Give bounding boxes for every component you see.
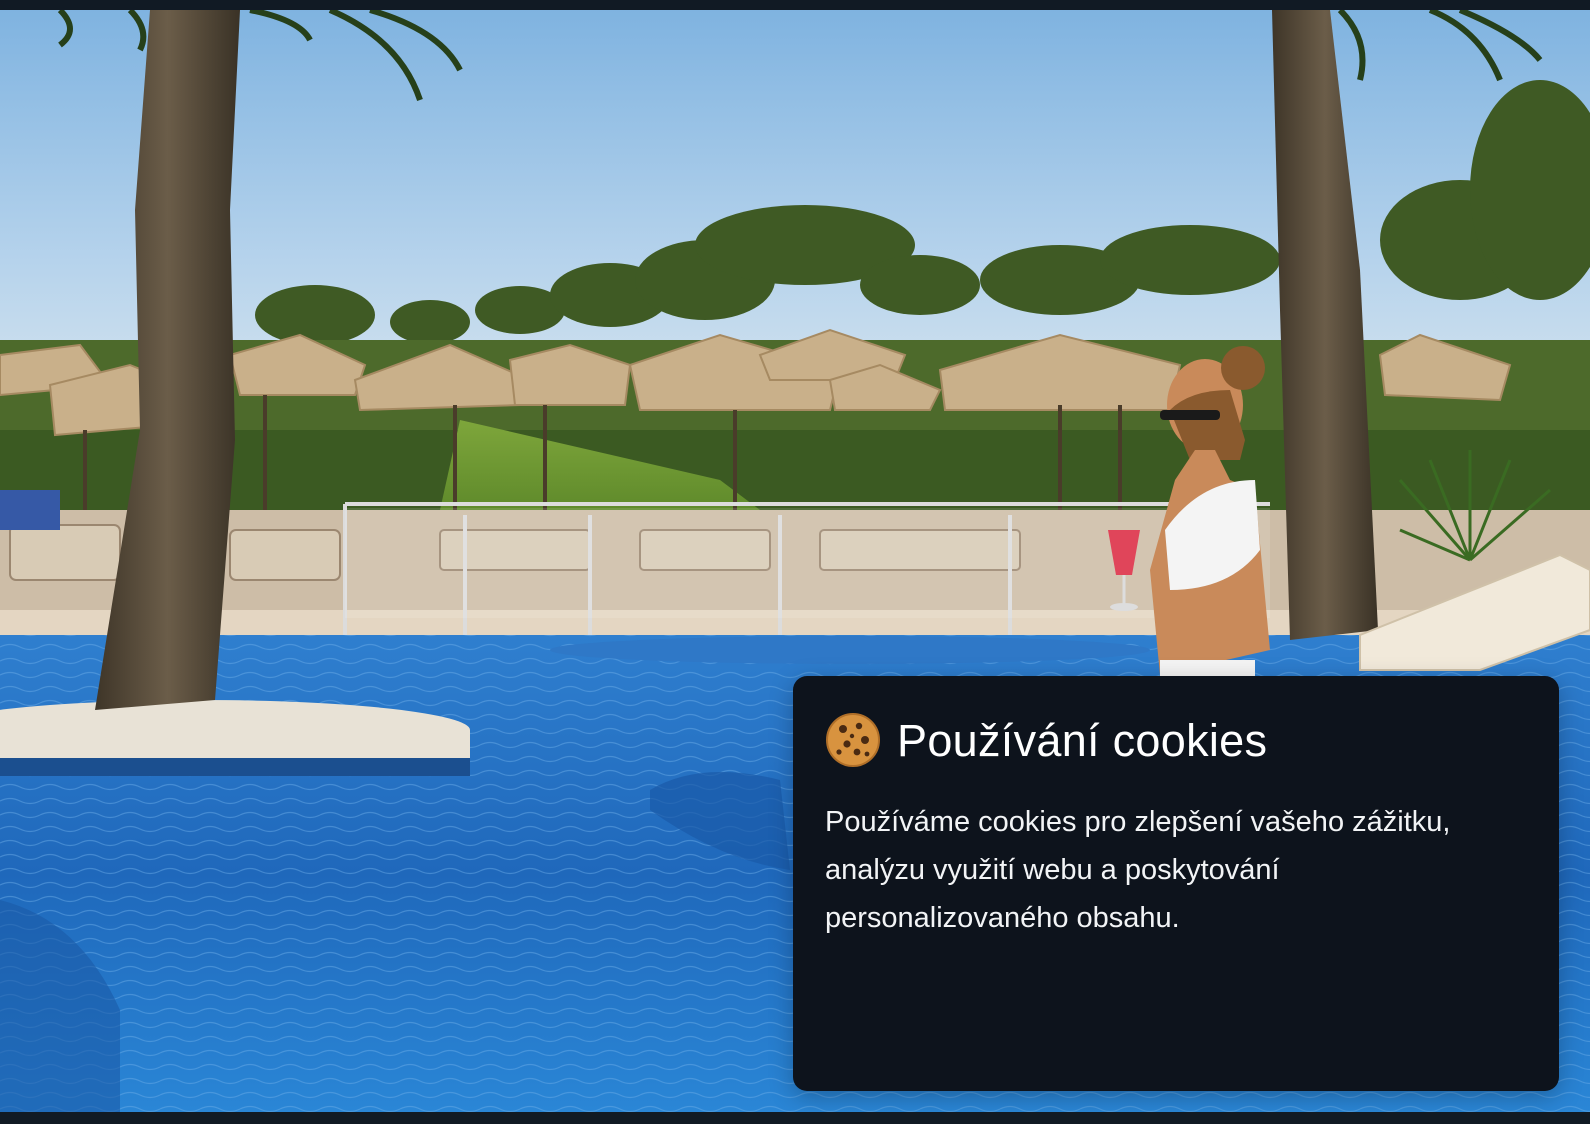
top-bar <box>0 0 1590 10</box>
cookie-consent-modal: Používání cookies Používáme cookies pro … <box>793 676 1559 1091</box>
cookie-modal-description: Používáme cookies pro zlepšení vašeho zá… <box>825 806 1451 934</box>
cookie-modal-title: Používání cookies <box>897 714 1268 766</box>
cookie-modal-header: Používání cookies <box>825 710 1527 770</box>
bottom-bar <box>0 1112 1590 1124</box>
cookie-icon <box>825 712 881 768</box>
